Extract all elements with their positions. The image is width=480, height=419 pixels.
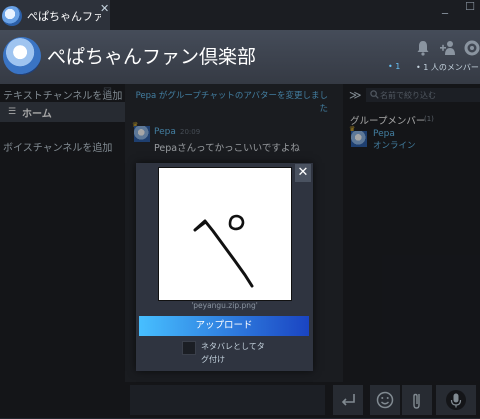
spoiler-label: ネタバレとしてタグ付け [201, 342, 265, 364]
online-count: • 1 [388, 62, 401, 71]
bell-icon[interactable] [416, 40, 430, 56]
add-friend-icon[interactable] [440, 40, 456, 56]
image-preview [158, 167, 292, 301]
group-avatar[interactable] [3, 37, 41, 75]
group-name: ぺぱちゃんファン倶楽部 [47, 46, 257, 68]
close-icon[interactable]: ✕ [295, 164, 311, 182]
tab-title: ぺぱちゃんファン [27, 10, 101, 23]
spoiler-checkbox[interactable] [182, 341, 196, 355]
file-name: 'peyangu.zip.png' [191, 301, 258, 310]
maximize-icon[interactable]: ☐ [460, 0, 480, 20]
member-count: • 1 人のメンバー [416, 63, 479, 72]
tab-group-avatar [2, 6, 22, 26]
tab-close-icon[interactable]: ✕ [100, 2, 109, 15]
settings-icon[interactable] [464, 40, 480, 56]
upload-button[interactable]: アップロード [139, 316, 309, 336]
handwritten-drawing [193, 214, 254, 288]
minimize-icon[interactable]: _ [435, 0, 455, 20]
